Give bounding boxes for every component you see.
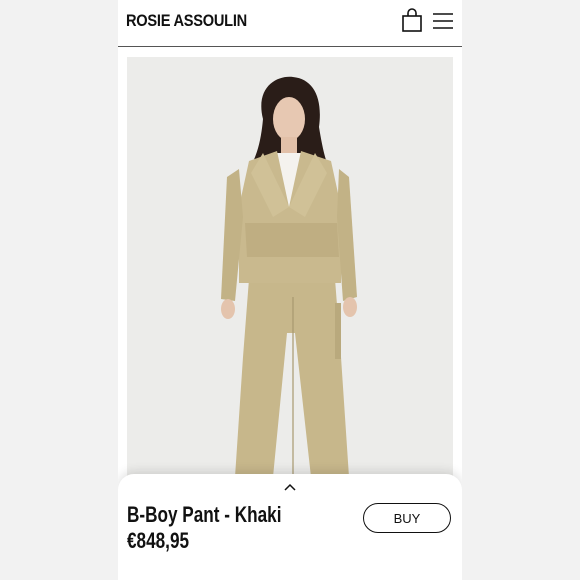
left-backdrop	[0, 0, 118, 580]
hamburger-menu-icon[interactable]	[432, 12, 454, 30]
shopping-bag-icon[interactable]	[402, 8, 422, 32]
right-backdrop	[462, 0, 580, 580]
brand-logo[interactable]: ROSIE ASSOULIN	[126, 11, 247, 31]
product-image[interactable]	[127, 57, 453, 497]
header-divider	[118, 46, 462, 47]
product-name: B-Boy Pant - Khaki	[127, 502, 282, 527]
site-header: ROSIE ASSOULIN	[118, 0, 462, 46]
product-price: €848,95	[127, 528, 190, 553]
buy-button[interactable]: BUY	[363, 503, 451, 533]
product-page: ROSIE ASSOULIN B-Boy Pant - Khaki €848,9…	[118, 0, 462, 580]
product-info-sheet: B-Boy Pant - Khaki €848,95 BUY	[118, 474, 462, 580]
chevron-up-icon[interactable]	[282, 481, 298, 493]
